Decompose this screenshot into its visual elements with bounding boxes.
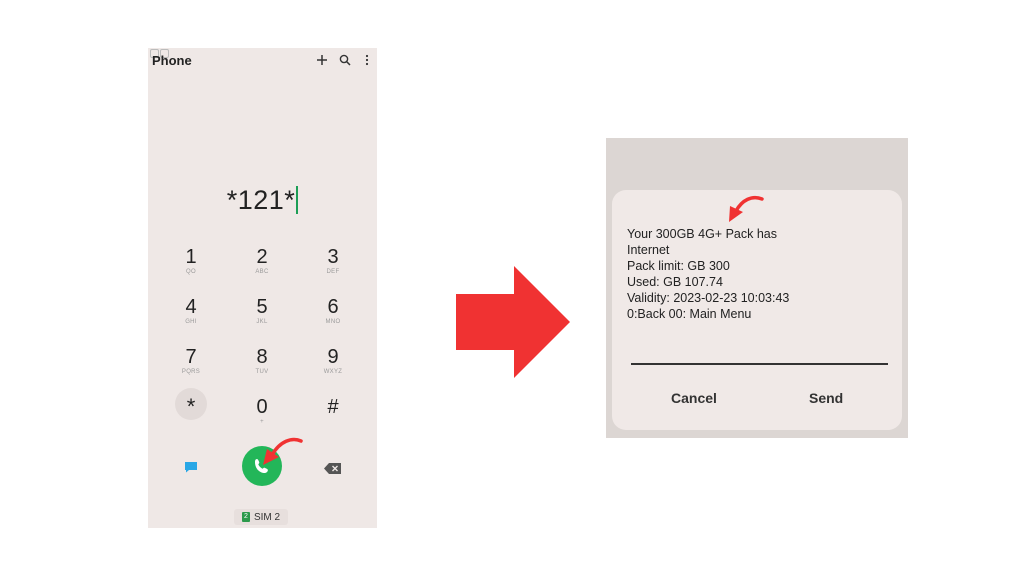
annotation-arrow: [729, 195, 764, 222]
key-digit: *: [186, 394, 196, 419]
key-5[interactable]: 5 JKL: [232, 296, 292, 340]
key-digit: 9: [327, 346, 339, 368]
key-letters: MNO: [325, 319, 341, 325]
key-star[interactable]: *: [161, 396, 221, 440]
key-digit: 6: [327, 296, 339, 318]
next-step-arrow: [456, 266, 570, 378]
key-digit: #: [327, 396, 339, 418]
message-line: Used: GB 107.74: [627, 275, 723, 289]
key-4[interactable]: 4 GHI: [161, 296, 221, 340]
key-letters: ABC: [255, 269, 269, 275]
key-2[interactable]: 2 ABC: [232, 246, 292, 290]
message-icon[interactable]: [184, 460, 198, 473]
key-letters: GHI: [185, 319, 197, 325]
key-7[interactable]: 7 PQRS: [161, 346, 221, 390]
key-letters: TUV: [255, 369, 269, 375]
ussd-message: Your 300GB 4G+ Pack has Internet Pack li…: [627, 226, 789, 322]
key-0[interactable]: 0 +: [232, 396, 292, 440]
message-line: 0:Back 00: Main Menu: [627, 307, 752, 321]
search-icon[interactable]: [337, 52, 353, 68]
phone-dialer-screen: Phone *121* 1 QO 2 ABC 3 DEF 4 GHI 5 JKL…: [148, 48, 377, 528]
key-digit: 1: [185, 246, 197, 268]
message-line: Pack limit: GB 300: [627, 259, 730, 273]
key-digit: 0: [256, 396, 268, 418]
app-title: Phone: [152, 53, 192, 68]
key-letters: WXYZ: [323, 369, 343, 375]
key-1[interactable]: 1 QO: [161, 246, 221, 290]
message-line: Internet: [627, 243, 670, 257]
key-3[interactable]: 3 DEF: [303, 246, 363, 290]
dialed-number-field[interactable]: *121*: [148, 185, 377, 216]
send-button[interactable]: Send: [809, 390, 843, 406]
ussd-dialog: Your 300GB 4G+ Pack has Internet Pack li…: [612, 190, 902, 430]
key-letters: DEF: [326, 269, 340, 275]
key-8[interactable]: 8 TUV: [232, 346, 292, 390]
more-vert-icon[interactable]: [359, 52, 375, 68]
key-6[interactable]: 6 MNO: [303, 296, 363, 340]
key-digit: 3: [327, 246, 339, 268]
message-line: Your 300GB 4G+ Pack has: [627, 227, 777, 241]
key-hash[interactable]: #: [303, 396, 363, 440]
key-digit: 7: [185, 346, 197, 368]
key-digit: 8: [256, 346, 268, 368]
reply-input[interactable]: [631, 363, 888, 365]
cancel-button[interactable]: Cancel: [671, 390, 717, 406]
text-cursor: [296, 186, 299, 214]
key-digit: 5: [256, 296, 268, 318]
ussd-response-screen: Your 300GB 4G+ Pack has Internet Pack li…: [606, 138, 908, 438]
annotation-arrow: [263, 437, 303, 465]
key-digit: 2: [256, 246, 268, 268]
key-letters: QO: [186, 269, 196, 275]
key-letters: PQRS: [181, 369, 201, 375]
sim-badge: 2: [241, 512, 250, 522]
plus-icon[interactable]: [314, 52, 330, 68]
key-letters: JKL: [256, 319, 268, 325]
key-letters: +: [260, 419, 264, 425]
key-digit: 4: [185, 296, 197, 318]
message-line: Validity: 2023-02-23 10:03:43: [627, 291, 790, 305]
dialed-number: *121*: [226, 185, 296, 215]
key-9[interactable]: 9 WXYZ: [303, 346, 363, 390]
sim-selector[interactable]: 2 SIM 2: [234, 509, 288, 525]
backspace-icon[interactable]: [324, 461, 342, 474]
sim-label: SIM 2: [253, 511, 281, 523]
